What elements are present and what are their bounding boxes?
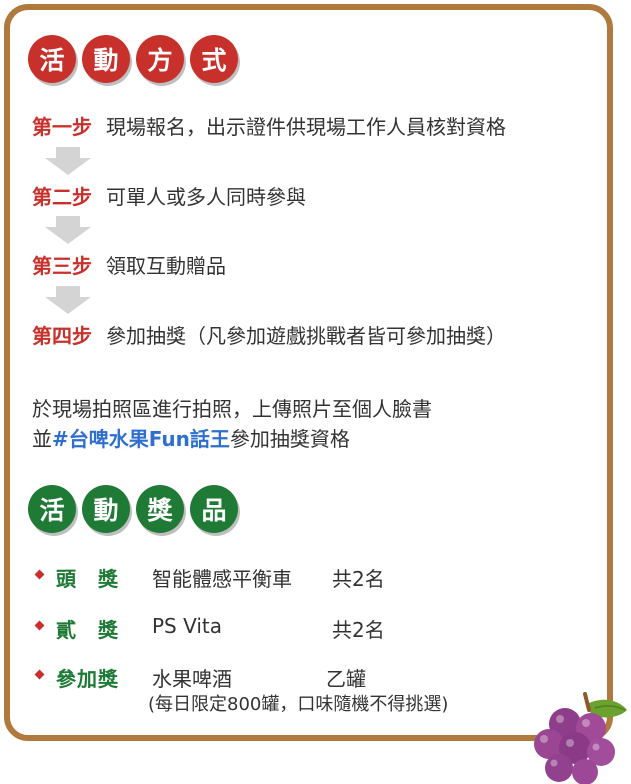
note-suffix: 參加抽獎資格 <box>229 427 350 451</box>
prize-name: 智能體感平衡車 <box>152 567 292 591</box>
step-1: 第一步 現場報名，出示證件供現場工作人員核對資格 <box>32 111 506 140</box>
step-text: 領取互動贈品 <box>106 254 226 278</box>
prize-label: 貳 獎 <box>56 618 119 642</box>
title-char-badge: 活 <box>28 485 76 533</box>
title-char-badge: 品 <box>190 485 238 533</box>
prize-name: PS Vita <box>152 614 223 638</box>
title-char-badge: 方 <box>136 35 184 83</box>
step-4: 第四步 參加抽獎（凡參加遊戲挑戰者皆可參加抽獎） <box>32 320 506 349</box>
prize-count: 共2名 <box>332 618 385 642</box>
step-text: 可單人或多人同時參與 <box>106 185 306 209</box>
title-char-badge: 動 <box>82 485 130 533</box>
prize-count: 乙罐 <box>326 667 366 691</box>
participation-prize-note: (每日限定800罐，口味隨機不得挑選) <box>148 694 449 715</box>
down-arrow-icon <box>45 216 91 246</box>
prize-count: 共2名 <box>332 567 385 591</box>
title-char-badge: 獎 <box>136 485 184 533</box>
step-label: 第四步 <box>32 324 92 348</box>
step-3: 第三步 領取互動贈品 <box>32 250 226 279</box>
step-label: 第二步 <box>32 185 92 209</box>
title-char-badge: 式 <box>190 35 238 83</box>
prize-label: 參加獎 <box>56 667 119 691</box>
title-char-badge: 活 <box>28 35 76 83</box>
down-arrow-icon <box>45 147 91 177</box>
photo-note-line-1: 於現場拍照區進行拍照，上傳照片至個人臉書 <box>32 397 432 421</box>
photo-note-line-2: 並#台啤水果Fun話王參加抽獎資格 <box>32 423 350 452</box>
prize-name: 水果啤酒 <box>152 667 232 691</box>
section-title-activity-prizes: 活 動 獎 品 <box>28 485 238 533</box>
section-title-activity-method: 活 動 方 式 <box>28 35 238 83</box>
title-char-badge: 動 <box>82 35 130 83</box>
hashtag-link[interactable]: #台啤水果Fun話王 <box>52 427 230 451</box>
note-prefix: 並 <box>32 427 52 451</box>
step-label: 第三步 <box>32 254 92 278</box>
down-arrow-icon <box>45 286 91 316</box>
step-label: 第一步 <box>32 115 92 139</box>
step-2: 第二步 可單人或多人同時參與 <box>32 181 306 210</box>
step-text: 現場報名，出示證件供現場工作人員核對資格 <box>106 115 506 139</box>
step-text: 參加抽獎（凡參加遊戲挑戰者皆可參加抽獎） <box>106 324 506 348</box>
grapes-icon <box>534 692 627 784</box>
prize-label: 頭 獎 <box>56 567 119 591</box>
